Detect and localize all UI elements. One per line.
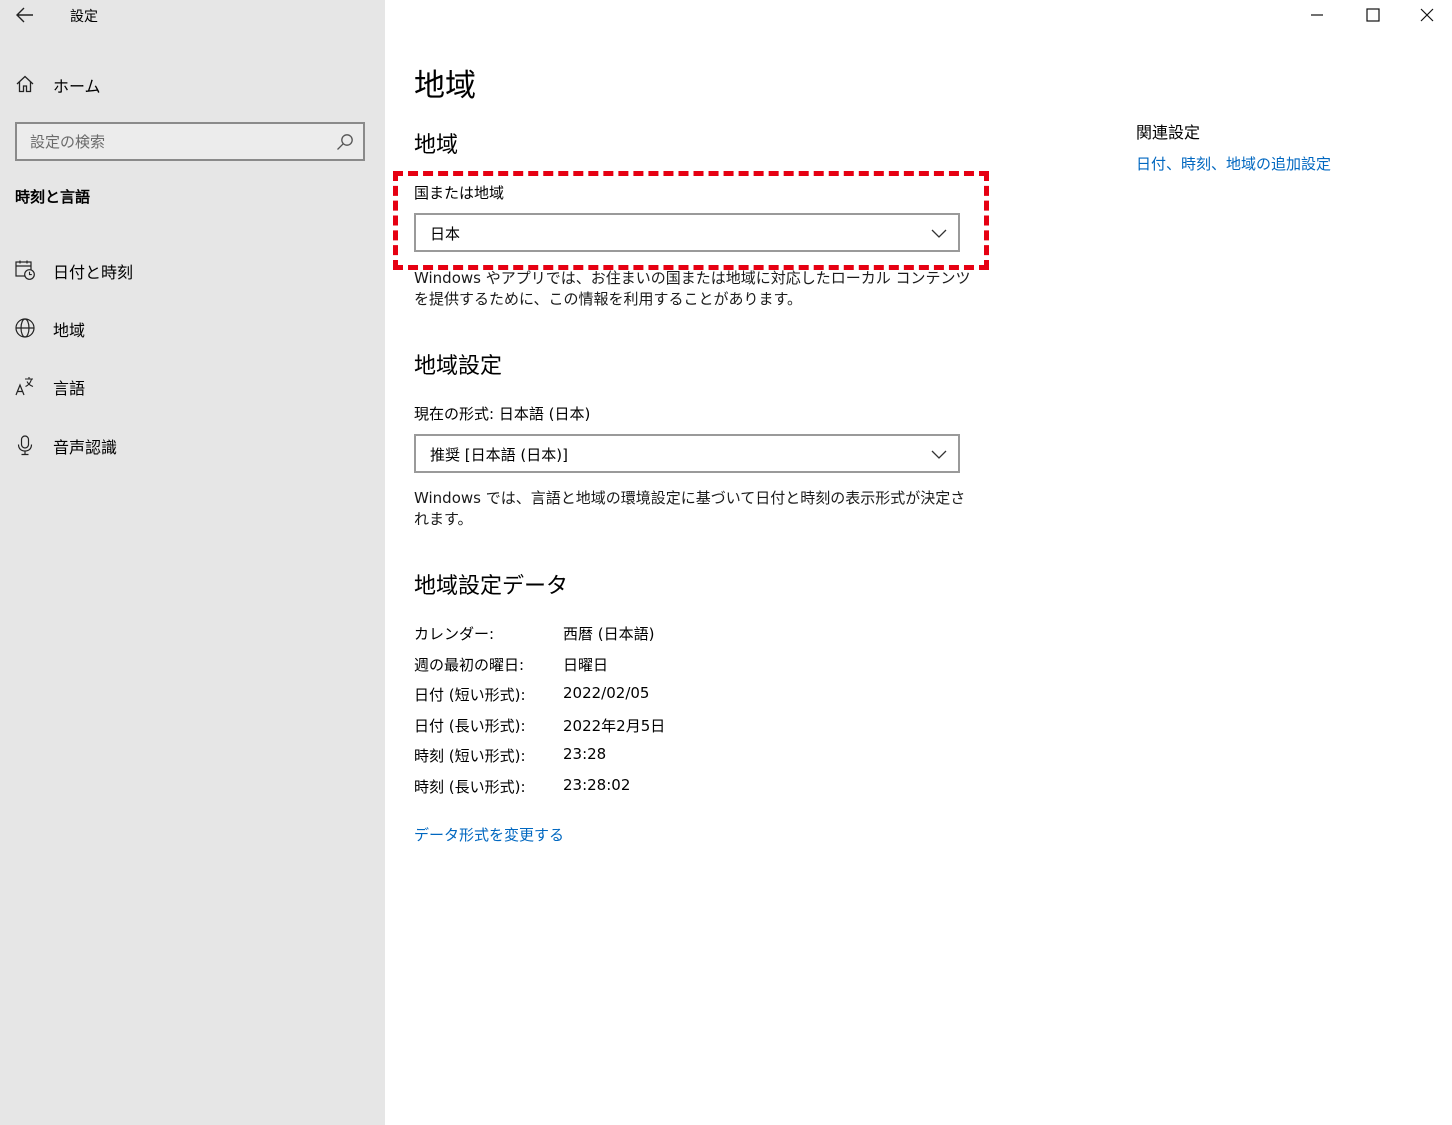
sidebar: 設定 ホーム 時刻と言語 日付と時刻 地域 [0, 0, 385, 1125]
data-row: 日付 (長い形式): 2022年2月5日 [414, 715, 914, 745]
data-key: 週の最初の曜日: [414, 656, 525, 674]
data-value: 日曜日 [563, 656, 609, 674]
minimize-button[interactable] [1292, 0, 1342, 30]
data-value: 23:28 [563, 745, 607, 763]
format-description: Windows では、言語と地域の環境設定に基づいて日付と時刻の表示形式が決定さ… [414, 489, 966, 528]
sidebar-item-label: 言語 [53, 379, 86, 398]
format-heading: 地域設定 [414, 354, 503, 379]
sidebar-item-label: 日付と時刻 [53, 263, 134, 282]
search-input[interactable] [17, 124, 327, 159]
data-value: 23:28:02 [563, 776, 631, 794]
home-icon [16, 75, 34, 93]
maximize-button[interactable] [1348, 0, 1398, 30]
data-value: 西暦 (日本語) [563, 625, 655, 643]
sidebar-item-language[interactable]: 言語 [0, 365, 385, 405]
region-description: Windows やアプリでは、お住まいの国または地域に対応したローカル コンテン… [414, 269, 971, 308]
sidebar-item-label: 音声認識 [53, 438, 118, 457]
language-icon [15, 377, 34, 396]
change-data-format-link[interactable]: データ形式を変更する [414, 824, 564, 845]
back-arrow-icon [16, 7, 33, 23]
data-key: 時刻 (短い形式): [414, 747, 526, 765]
data-row: 日付 (短い形式): 2022/02/05 [414, 684, 914, 714]
data-row: カレンダー: 西暦 (日本語) [414, 623, 914, 653]
section-title: 時刻と言語 [15, 188, 91, 206]
data-key: カレンダー: [414, 625, 495, 643]
format-dropdown-value: 推奨 [日本語 (日本)] [430, 446, 568, 464]
page-title: 地域 [414, 68, 476, 104]
search-box[interactable] [15, 122, 365, 161]
related-settings-title: 関連設定 [1136, 123, 1201, 142]
data-row: 時刻 (長い形式): 23:28:02 [414, 776, 914, 806]
close-button[interactable] [1402, 0, 1452, 30]
maximize-icon [1366, 8, 1380, 22]
region-heading: 地域 [414, 133, 459, 158]
data-key: 日付 (短い形式): [414, 686, 526, 704]
nav-home[interactable]: ホーム [0, 66, 385, 102]
data-value: 2022年2月5日 [563, 717, 666, 735]
additional-date-time-region-link[interactable]: 日付、時刻、地域の追加設定 [1136, 153, 1331, 174]
data-row: 週の最初の曜日: 日曜日 [414, 654, 914, 684]
data-key: 日付 (長い形式): [414, 717, 526, 735]
date-time-icon [15, 260, 35, 280]
current-format-label: 現在の形式: 日本語 (日本) [414, 405, 591, 423]
sidebar-item-speech[interactable]: 音声認識 [0, 424, 385, 464]
chevron-down-icon [931, 450, 947, 459]
minimize-icon [1311, 14, 1323, 16]
format-dropdown[interactable]: 推奨 [日本語 (日本)] [414, 434, 960, 473]
sidebar-item-region[interactable]: 地域 [0, 307, 385, 347]
sidebar-item-label: 地域 [53, 321, 86, 340]
close-icon [1420, 8, 1434, 22]
globe-icon [15, 318, 35, 338]
data-value: 2022/02/05 [563, 684, 650, 702]
search-icon[interactable] [336, 133, 354, 151]
data-key: 時刻 (長い形式): [414, 778, 526, 796]
sidebar-item-date-time[interactable]: 日付と時刻 [0, 249, 385, 289]
highlight-annotation [393, 171, 989, 270]
nav-home-label: ホーム [53, 77, 101, 96]
data-row: 時刻 (短い形式): 23:28 [414, 745, 914, 775]
data-heading: 地域設定データ [414, 574, 569, 599]
microphone-icon [17, 435, 33, 456]
app-title: 設定 [70, 9, 98, 25]
back-button[interactable] [8, 2, 42, 28]
